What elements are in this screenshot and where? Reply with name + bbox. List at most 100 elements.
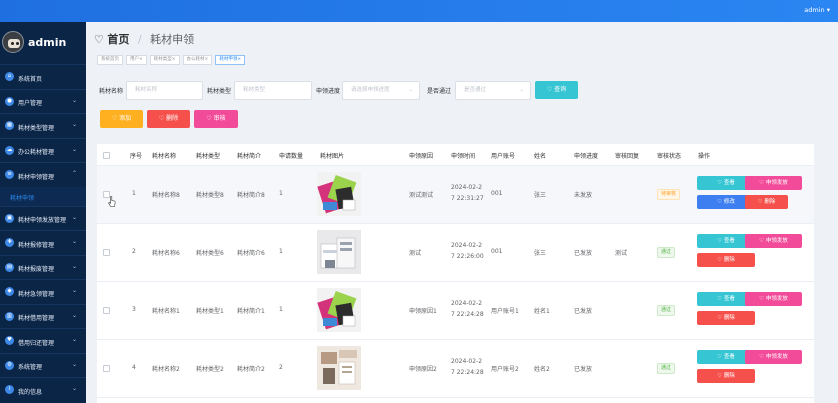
product-image[interactable] — [317, 230, 361, 274]
cell-progress: 已发放 — [574, 250, 593, 257]
cell-qty: 2 — [279, 364, 283, 371]
type-input[interactable]: 耗材类型 — [234, 81, 312, 100]
table-row[interactable]: 2 耗材名称6 耗材类型6 耗材简介6 1 测试 2024-02-2 7 22:… — [97, 224, 814, 282]
status-badge: 通过 — [657, 305, 676, 316]
cell-time-clock: 7 22:26:00 — [451, 253, 484, 260]
tag-home[interactable]: 系统首页 — [97, 55, 123, 65]
progress-select[interactable]: 请选择申领进度 ⌄ — [342, 81, 420, 100]
issue-button[interactable]: ♡ 申领发放 — [745, 176, 802, 190]
col-status: 审核状态 — [657, 153, 682, 160]
passed-select[interactable]: 是否通过 ⌄ — [455, 81, 531, 100]
delete-row-button[interactable]: ♡ 删除 — [745, 195, 788, 209]
cell-name: 耗材名称2 — [152, 366, 180, 373]
cell-name: 耗材名称6 — [152, 250, 180, 257]
cell-time-date: 2024-02-2 — [451, 242, 483, 249]
sidebar-item-label: 耗材类型管理 — [18, 124, 55, 132]
chevron-up-icon: ⌃ — [71, 170, 77, 177]
sidebar-item-office-consumables[interactable]: ☁ 办公耗材管理 ⌄ — [0, 137, 86, 163]
cell-qty: 1 — [279, 248, 283, 255]
sidebar-item-users[interactable]: ● 用户管理 ⌄ — [0, 88, 86, 114]
avatar — [2, 31, 24, 53]
product-image[interactable] — [317, 346, 361, 390]
row-checkbox[interactable] — [103, 365, 110, 372]
sidebar-item-urgent[interactable]: ◆ 耗材急领管理 ⌄ — [0, 279, 86, 304]
brand-name: admin — [28, 36, 67, 49]
col-reason: 申领原因 — [409, 153, 434, 160]
col-reply: 审核回复 — [615, 153, 640, 160]
add-button[interactable]: ♡ 添加 — [100, 110, 143, 128]
tag-office[interactable]: 办公耗材× — [182, 55, 213, 65]
cloud-icon: ☁ — [5, 145, 14, 155]
cell-reply: 测试 — [615, 250, 628, 257]
gear-icon: ⚙ — [5, 360, 14, 370]
sidebar-item-consumable-types[interactable]: ▦ 耗材类型管理 ⌄ — [0, 113, 86, 138]
progress-placeholder: 请选择申领进度 — [351, 87, 390, 93]
table-row[interactable]: 3 耗材名称1 耗材类型1 耗材简介1 1 申领原因1 2024-02-2 7 … — [97, 282, 814, 340]
delete-row-button[interactable]: ♡ 删除 — [697, 253, 755, 267]
delete-row-button[interactable]: ♡ 删除 — [697, 369, 755, 383]
cell-progress: 已发放 — [574, 308, 593, 315]
passed-label: 是否通过 — [427, 88, 452, 95]
breadcrumb-separator: / — [137, 33, 142, 46]
row-checkbox[interactable] — [103, 307, 110, 314]
issue-button[interactable]: ♡ 申领发放 — [745, 234, 802, 248]
user-menu[interactable]: admin ▾ — [804, 6, 830, 14]
cell-time-clock: 7 22:24:28 — [451, 311, 484, 318]
cell-no: 1 — [132, 190, 136, 197]
brand: admin — [0, 22, 86, 64]
user-icon: ● — [5, 96, 14, 106]
sidebar-item-profile[interactable]: i 我的信息 ⌄ — [0, 377, 86, 402]
tag-claims[interactable]: 耗材申领× — [215, 55, 246, 65]
sidebar-item-home[interactable]: ⌂ 系统首页 — [0, 64, 86, 89]
top-bar: admin ▾ — [0, 0, 838, 22]
product-image[interactable] — [317, 288, 361, 332]
tags-view: 系统首页 用户× 耗材类型× 办公耗材× 耗材申领× — [97, 55, 246, 65]
audit-button[interactable]: ♡ 审核 — [194, 110, 238, 128]
name-label: 耗材名称 — [99, 88, 124, 95]
tag-users[interactable]: 用户× — [126, 55, 147, 65]
delete-button[interactable]: ♡ 删除 — [147, 110, 190, 128]
chevron-down-icon: ⌄ — [71, 238, 77, 245]
col-person: 姓名 — [534, 153, 547, 160]
cell-time-date: 2024-02-2 — [451, 184, 483, 191]
table-row[interactable]: 4 耗材名称2 耗材类型2 耗材简介2 2 申领原因2 2024-02-2 7 … — [97, 340, 814, 398]
cell-reason: 测试 — [409, 250, 422, 257]
sidebar-item-borrow[interactable]: ▥ 耗材借用管理 ⌄ — [0, 303, 86, 329]
type-label: 耗材类型 — [207, 88, 232, 95]
issue-button[interactable]: ♡ 申领发放 — [745, 350, 802, 364]
cell-person: 姓名2 — [534, 366, 550, 373]
cell-intro: 耗材简介6 — [237, 250, 265, 257]
trash-icon: ▤ — [5, 262, 14, 272]
sidebar-item-label: 我的信息 — [18, 388, 43, 396]
select-all-checkbox[interactable] — [103, 152, 110, 159]
row-checkbox[interactable] — [103, 249, 110, 256]
sidebar-item-return[interactable]: ♥ 借用归还管理 ⌄ — [0, 328, 86, 353]
sidebar-item-repair[interactable]: ✚ 耗材报修管理 ⌄ — [0, 230, 86, 255]
grid-icon: ▦ — [5, 121, 14, 130]
col-qty: 申请数量 — [279, 153, 304, 160]
chevron-down-icon: ⌄ — [71, 385, 77, 392]
name-input[interactable]: 耗材名称 — [126, 81, 203, 100]
table-row[interactable]: 1 耗材名称8 耗材类型8 耗材简介8 1 测试测试 2024-02-2 7 2… — [97, 166, 814, 224]
tag-types[interactable]: 耗材类型× — [149, 55, 180, 65]
status-badge: 待审核 — [657, 189, 681, 200]
cell-qty: 1 — [279, 306, 283, 313]
breadcrumb-home[interactable]: 首页 — [107, 33, 129, 46]
col-no: 序号 — [130, 153, 143, 160]
col-intro: 耗材简介 — [237, 153, 262, 160]
sidebar-item-scrap[interactable]: ▤ 耗材报废管理 ⌄ — [0, 254, 86, 280]
product-image[interactable] — [317, 172, 361, 216]
cell-type: 耗材类型1 — [196, 308, 224, 315]
search-button[interactable]: ♡ 查询 — [535, 81, 578, 99]
sidebar-item-claims[interactable]: ≡ 耗材申领管理 ⌃ — [0, 162, 86, 187]
cell-intro: 耗材简介1 — [237, 308, 265, 315]
sidebar-item-label: 系统管理 — [18, 364, 43, 371]
sidebar-subitem-claim[interactable]: 耗材申领 — [0, 186, 86, 206]
delete-row-button[interactable]: ♡ 删除 — [697, 311, 755, 325]
chevron-down-icon: ⌄ — [71, 360, 77, 368]
sidebar-item-label: 耗材借用管理 — [18, 315, 55, 322]
sidebar-item-system[interactable]: ⚙ 系统管理 ⌄ — [0, 352, 86, 378]
issue-button[interactable]: ♡ 申领发放 — [745, 292, 802, 306]
col-type: 耗材类型 — [196, 153, 221, 160]
sidebar-item-claim-issue[interactable]: ▣ 耗材申领发放管理 ⌄ — [0, 205, 86, 231]
